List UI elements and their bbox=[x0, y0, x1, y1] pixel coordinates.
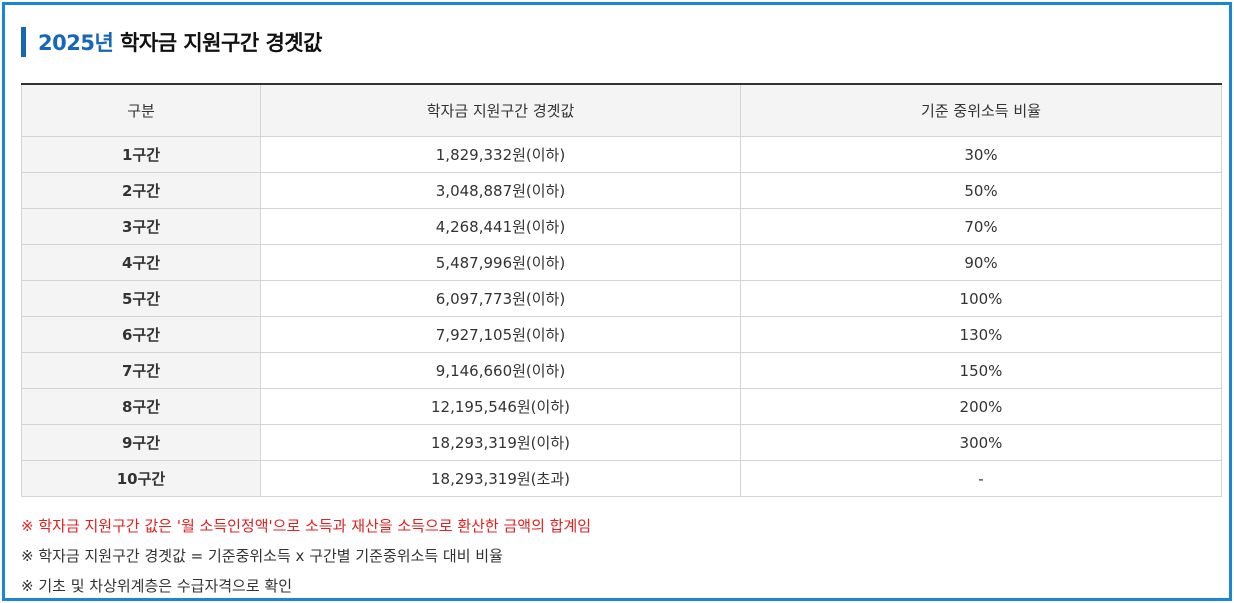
row-amount: 9,146,660원(이하) bbox=[260, 352, 741, 389]
row-amount: 3,048,887원(이하) bbox=[260, 172, 741, 209]
row-ratio: 150% bbox=[740, 352, 1222, 389]
footnote-item: ※ 기초 및 차상위계층은 수급자격으로 확인 bbox=[21, 577, 293, 595]
page-title: 2025년 학자금 지원구간 경곗값 bbox=[38, 27, 322, 57]
row-ratio: - bbox=[740, 460, 1222, 497]
row-ratio: 300% bbox=[740, 424, 1222, 461]
row-ratio: 130% bbox=[740, 316, 1222, 353]
row-ratio: 200% bbox=[740, 388, 1222, 425]
content-frame: 2025년 학자금 지원구간 경곗값 구분 학자금 지원구간 경곗값 기준 중위… bbox=[2, 2, 1232, 601]
row-category: 3구간 bbox=[21, 208, 261, 245]
table-row: 1구간 1,829,332원(이하) 30% bbox=[21, 136, 1222, 173]
table-row: 8구간 12,195,546원(이하) 200% bbox=[21, 388, 1222, 425]
table-row: 10구간 18,293,319원(초과) - bbox=[21, 460, 1222, 497]
table-header-row: 구분 학자금 지원구간 경곗값 기준 중위소득 비율 bbox=[21, 83, 1222, 137]
row-amount: 7,927,105원(이하) bbox=[260, 316, 741, 353]
title-accent-bar bbox=[21, 27, 26, 57]
row-category: 8구간 bbox=[21, 388, 261, 425]
row-category: 6구간 bbox=[21, 316, 261, 353]
table-row: 5구간 6,097,773원(이하) 100% bbox=[21, 280, 1222, 317]
row-amount: 4,268,441원(이하) bbox=[260, 208, 741, 245]
row-category: 7구간 bbox=[21, 352, 261, 389]
section-heading: 2025년 학자금 지원구간 경곗값 bbox=[21, 27, 322, 57]
row-amount: 18,293,319원(초과) bbox=[260, 460, 741, 497]
row-category: 2구간 bbox=[21, 172, 261, 209]
title-year: 2025년 bbox=[38, 31, 114, 55]
threshold-table: 구분 학자금 지원구간 경곗값 기준 중위소득 비율 1구간 1,829,332… bbox=[21, 83, 1222, 497]
row-category: 10구간 bbox=[21, 460, 261, 497]
table-row: 3구간 4,268,441원(이하) 70% bbox=[21, 208, 1222, 245]
row-ratio: 70% bbox=[740, 208, 1222, 245]
row-amount: 18,293,319원(이하) bbox=[260, 424, 741, 461]
row-amount: 6,097,773원(이하) bbox=[260, 280, 741, 317]
row-category: 5구간 bbox=[21, 280, 261, 317]
row-ratio: 100% bbox=[740, 280, 1222, 317]
column-header-ratio: 기준 중위소득 비율 bbox=[740, 83, 1222, 137]
row-amount: 1,829,332원(이하) bbox=[260, 136, 741, 173]
row-amount: 12,195,546원(이하) bbox=[260, 388, 741, 425]
column-header-threshold: 학자금 지원구간 경곗값 bbox=[260, 83, 741, 137]
row-ratio: 50% bbox=[740, 172, 1222, 209]
row-category: 1구간 bbox=[21, 136, 261, 173]
table-row: 9구간 18,293,319원(이하) 300% bbox=[21, 424, 1222, 461]
table-row: 4구간 5,487,996원(이하) 90% bbox=[21, 244, 1222, 281]
column-header-category: 구분 bbox=[21, 83, 261, 137]
table-row: 6구간 7,927,105원(이하) 130% bbox=[21, 316, 1222, 353]
table-row: 2구간 3,048,887원(이하) 50% bbox=[21, 172, 1222, 209]
footnote-item: ※ 학자금 지원구간 값은 '월 소득인정액'으로 소득과 재산을 소득으로 환… bbox=[21, 517, 592, 535]
footnotes: ※ 학자금 지원구간 값은 '월 소득인정액'으로 소득과 재산을 소득으로 환… bbox=[21, 511, 591, 601]
row-category: 9구간 bbox=[21, 424, 261, 461]
row-amount: 5,487,996원(이하) bbox=[260, 244, 741, 281]
row-category: 4구간 bbox=[21, 244, 261, 281]
row-ratio: 90% bbox=[740, 244, 1222, 281]
table-row: 7구간 9,146,660원(이하) 150% bbox=[21, 352, 1222, 389]
row-ratio: 30% bbox=[740, 136, 1222, 173]
title-text: 학자금 지원구간 경곗값 bbox=[120, 31, 322, 55]
footnote-item: ※ 학자금 지원구간 경곗값 = 기준중위소득 x 구간별 기준중위소득 대비 … bbox=[21, 547, 503, 565]
